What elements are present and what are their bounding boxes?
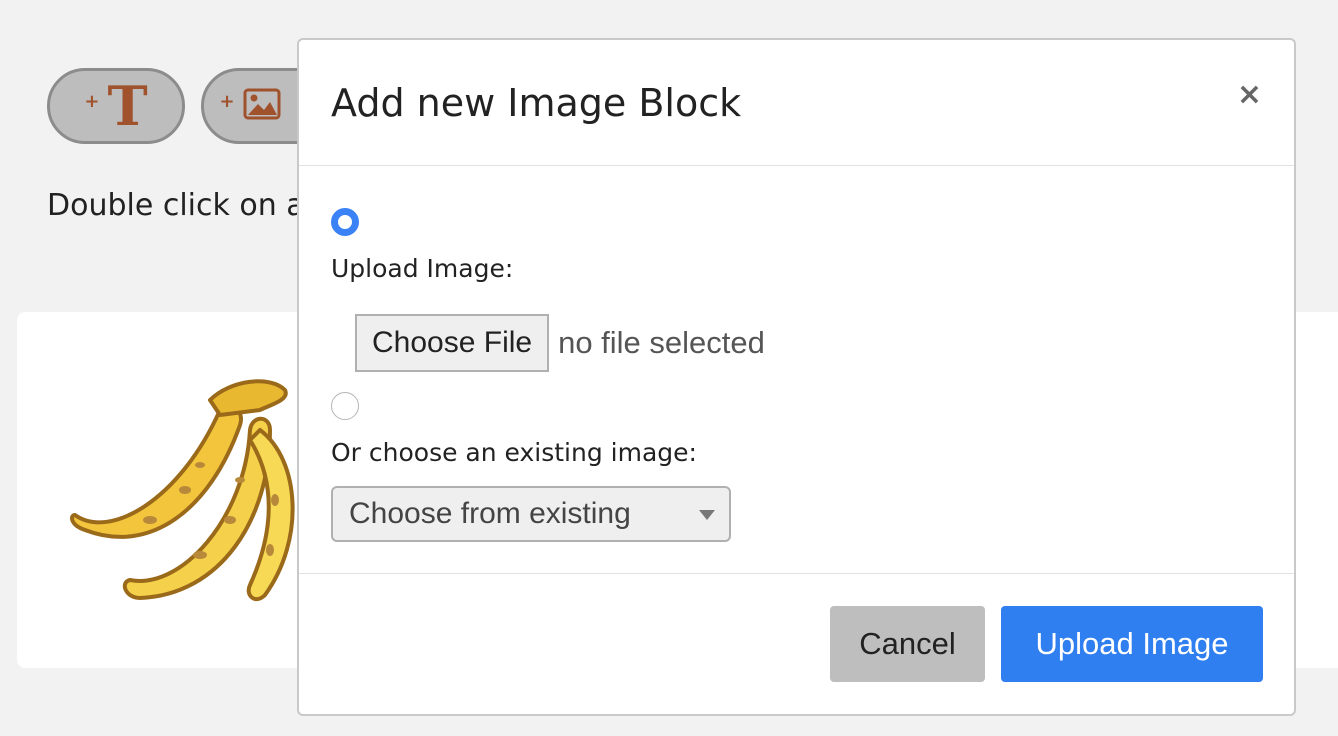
- upload-image-radio[interactable]: [331, 208, 359, 236]
- cancel-button[interactable]: Cancel: [830, 606, 985, 682]
- chevron-down-icon: [699, 510, 715, 520]
- image-icon: [243, 88, 281, 124]
- upload-image-button[interactable]: Upload Image: [1001, 606, 1263, 682]
- hint-text: Double click on a: [47, 188, 305, 223]
- add-image-block-modal: Add new Image Block × Upload Image: Choo…: [297, 38, 1296, 716]
- banana-image[interactable]: [70, 370, 310, 614]
- modal-footer: Cancel Upload Image: [299, 574, 1294, 716]
- modal-title: Add new Image Block: [331, 80, 742, 125]
- modal-body: Upload Image: Choose File no file select…: [299, 166, 1294, 574]
- select-value: Choose from existing: [349, 497, 631, 530]
- existing-image-radio[interactable]: [331, 392, 359, 420]
- choose-file-button[interactable]: Choose File: [355, 314, 550, 372]
- file-input: Choose File no file selected: [355, 314, 765, 372]
- upload-image-label: Upload Image:: [331, 254, 514, 283]
- existing-image-select[interactable]: Choose from existing: [331, 486, 731, 542]
- file-status-text: no file selected: [558, 325, 765, 360]
- existing-image-label: Or choose an existing image:: [331, 438, 697, 467]
- modal-header: Add new Image Block ×: [299, 40, 1294, 166]
- plus-icon: +: [84, 90, 100, 112]
- close-icon[interactable]: ×: [1237, 80, 1262, 110]
- add-text-button[interactable]: + T: [47, 68, 185, 144]
- plus-icon: +: [219, 90, 235, 112]
- text-icon: T: [107, 74, 148, 138]
